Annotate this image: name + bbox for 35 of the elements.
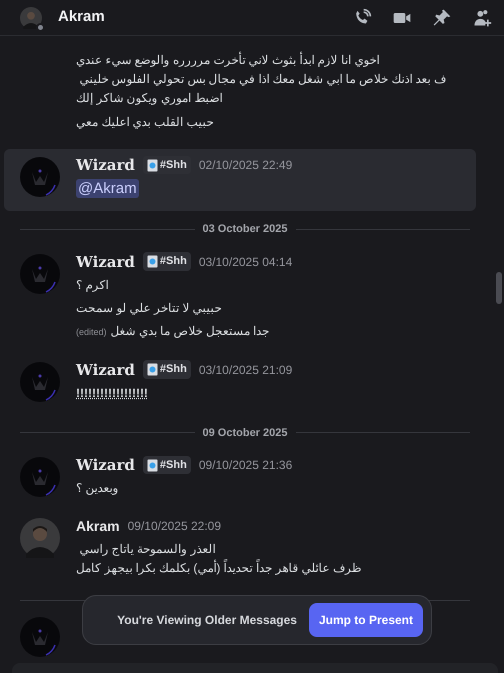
author-name[interactable]: Wizard	[76, 155, 135, 175]
status-dot	[36, 22, 45, 32]
message-text: حبيبي لا تتاخر علي لو سمحت	[76, 300, 223, 317]
message-text: حبيب القلب بدي اعليك معي	[76, 114, 214, 131]
tag-badge: #Shh	[142, 360, 191, 379]
timestamp: 03/10/2025 04:14	[198, 254, 292, 270]
message-text: !!!!!!!!!!!!!!!!!!	[76, 384, 149, 402]
user-mention[interactable]: @Akram	[76, 179, 139, 198]
message-text: جدا مستعجل خلاص ما بدي شغل	[110, 322, 270, 340]
user-name: Akram	[58, 7, 105, 28]
user-avatar[interactable]	[20, 518, 60, 558]
author-name[interactable]: Akram	[76, 516, 120, 536]
notice-text: You're Viewing Older Messages	[117, 612, 297, 629]
timestamp: 03/10/2025 21:09	[198, 362, 292, 378]
date-divider: 09 October 2025	[202, 426, 288, 440]
author-name[interactable]: Wizard	[76, 360, 135, 380]
user-avatar[interactable]	[20, 6, 42, 28]
message-text: اكرم ؟	[76, 276, 110, 294]
tag-badge: #Shh	[142, 456, 191, 474]
tag-badge: #Shh	[142, 156, 191, 174]
message-text: العذر والسموحة ياتاج راسي ظرف عائلي قاهر جداً تحديداً (أمي) بكلمك بكرا بيجهز كامل	[76, 541, 363, 577]
message-text: وبعدين ؟	[76, 480, 120, 497]
tag-badge: #Shh	[142, 252, 191, 271]
edited-label: (edited)	[76, 326, 107, 339]
timestamp: 02/10/2025 22:49	[198, 157, 292, 174]
author-name[interactable]: Wizard	[76, 252, 135, 272]
timestamp: 09/10/2025 22:09	[128, 518, 222, 535]
author-name[interactable]: Wizard	[76, 455, 135, 475]
timestamp: 09/10/2025 21:36	[198, 457, 292, 474]
jump-button[interactable]: Jump to Present	[308, 603, 423, 637]
add-member-icon[interactable]	[472, 8, 492, 28]
message-text: اخوي انا لازم ابدأ بثوث لاني تأخرت مرررره والوضع سيء عندي ف بعد اذنك خلاص ما ابي شغل معك اذا في مجال بس تحولي الفلوس خليني اضبط اموري ويكون شاكر إلك	[76, 51, 448, 107]
date-divider: 03 October 2025	[202, 222, 288, 237]
pin-icon[interactable]	[432, 8, 452, 28]
scrollbar-thumb[interactable]	[496, 272, 502, 304]
